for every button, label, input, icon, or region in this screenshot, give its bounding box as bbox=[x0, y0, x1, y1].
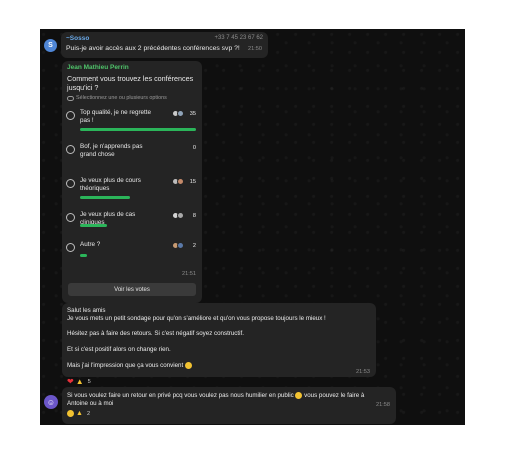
voter-avatar bbox=[177, 178, 184, 185]
sender-name[interactable]: ~Sosso bbox=[66, 35, 89, 42]
poll-message: Jean Mathieu Perrin Comment vous trouvez… bbox=[62, 61, 202, 303]
reaction-count: 5 bbox=[87, 379, 91, 385]
poll-option-label: Bof, je n'apprends pas grand chose bbox=[80, 143, 143, 158]
message-line: Et si c'est positif alors on change rien… bbox=[67, 346, 171, 353]
poll-progress-fill bbox=[80, 196, 130, 199]
radio-button[interactable] bbox=[66, 145, 75, 154]
poll-option-count: 35 bbox=[189, 111, 196, 117]
poll-progress-bar bbox=[80, 162, 196, 165]
radio-button[interactable] bbox=[66, 179, 75, 188]
message-text: Puis-je avoir accès aux 2 précédentes co… bbox=[66, 45, 240, 52]
radio-button[interactable] bbox=[66, 111, 75, 120]
poll-option-count: 15 bbox=[189, 179, 196, 185]
poll-progress-bar bbox=[80, 128, 196, 131]
message-time: 21:50 bbox=[248, 46, 262, 52]
view-votes-button[interactable]: Voir les votes bbox=[68, 283, 196, 296]
poll-option[interactable]: Je veux plus de cours théoriques 15 bbox=[66, 177, 198, 205]
message-bubble[interactable]: Si vous voulez faire un retour en privé … bbox=[62, 387, 396, 424]
chat-view: S ~Sosso +33 7 45 23 67 62 Puis-je avoir… bbox=[40, 29, 465, 425]
poll-option-label: Autre ? bbox=[80, 241, 101, 248]
voter-avatar bbox=[177, 212, 184, 219]
poll-option[interactable]: Top qualité, je ne regrette pas ! 35 bbox=[66, 109, 198, 137]
red-heart-emoji: ❤ bbox=[67, 377, 74, 386]
poll-progress-fill bbox=[80, 128, 196, 131]
poll-option-count: 0 bbox=[192, 145, 196, 151]
radio-button[interactable] bbox=[66, 213, 75, 222]
poll-hint: Sélectionnez une ou plusieurs options bbox=[67, 95, 167, 101]
poll-progress-fill bbox=[80, 224, 107, 227]
poll-option-count: 8 bbox=[192, 213, 196, 219]
message-line-text: Mais j'ai l'impression que ça vous convi… bbox=[67, 362, 184, 370]
radio-button[interactable] bbox=[66, 243, 75, 252]
poll-author[interactable]: Jean Mathieu Perrin bbox=[67, 64, 129, 71]
grinning-face-emoji bbox=[295, 392, 303, 399]
message-line: Mais j'ai l'impression que ça vous convi… bbox=[67, 362, 192, 369]
message-text-part1: Si vous voulez faire un retour en privé … bbox=[67, 392, 294, 400]
poll-progress-bar bbox=[80, 254, 196, 257]
multiple-choice-icon bbox=[67, 95, 74, 101]
poll-progress-bar bbox=[80, 196, 196, 199]
message-reactions[interactable]: ▲ 2 bbox=[67, 410, 90, 417]
poll-option-label: Je veux plus de cours théoriques bbox=[80, 177, 141, 192]
sender-avatar[interactable]: S bbox=[44, 39, 57, 52]
voter-avatars bbox=[172, 110, 184, 117]
poll-question: Comment vous trouvez les conférences jus… bbox=[67, 74, 194, 92]
thumbs-up-emoji: ▲ bbox=[75, 377, 84, 386]
message-line: Salut les amis bbox=[67, 307, 106, 314]
poll-option[interactable]: Autre ? 2 bbox=[66, 241, 198, 269]
smiling-face-emoji bbox=[184, 362, 192, 369]
message-text: Si vous voulez faire un retour en privé … bbox=[67, 392, 367, 408]
poll-hint-text: Sélectionnez une ou plusieurs options bbox=[76, 95, 167, 101]
sender-avatar[interactable]: ☺ bbox=[44, 395, 58, 409]
message-time: 21:51 bbox=[182, 271, 196, 277]
voter-avatars bbox=[172, 212, 184, 219]
poll-progress-bar bbox=[80, 224, 196, 227]
sender-phone: +33 7 45 23 67 62 bbox=[214, 35, 263, 41]
reaction-count: 2 bbox=[86, 410, 91, 417]
grinning-face-emoji bbox=[67, 410, 74, 417]
message-line: Hésitez pas à faire des retours. Si c'es… bbox=[67, 330, 244, 337]
poll-option[interactable]: Je veux plus de cas cliniques 8 bbox=[66, 211, 198, 239]
poll-option-count: 2 bbox=[192, 243, 196, 249]
poll-option-label: Top qualité, je ne regrette pas ! bbox=[80, 109, 152, 124]
folded-hands-emoji: ▲ bbox=[76, 410, 83, 417]
voter-avatar bbox=[177, 110, 184, 117]
poll-option[interactable]: Bof, je n'apprends pas grand chose 0 bbox=[66, 143, 198, 171]
voter-avatar bbox=[177, 242, 184, 249]
message-time: 21:53 bbox=[356, 369, 370, 375]
message-reactions[interactable]: ❤ ▲ 5 bbox=[67, 378, 91, 386]
voter-avatars bbox=[172, 178, 184, 185]
message-bubble[interactable]: Salut les amis Je vous mets un petit son… bbox=[62, 303, 376, 377]
message-time: 21:58 bbox=[376, 402, 390, 408]
poll-progress-fill bbox=[80, 254, 87, 257]
message-bubble[interactable]: ~Sosso +33 7 45 23 67 62 Puis-je avoir a… bbox=[61, 32, 268, 58]
message-line: Je vous mets un petit sondage pour qu'on… bbox=[67, 315, 326, 322]
voter-avatars bbox=[172, 242, 184, 249]
